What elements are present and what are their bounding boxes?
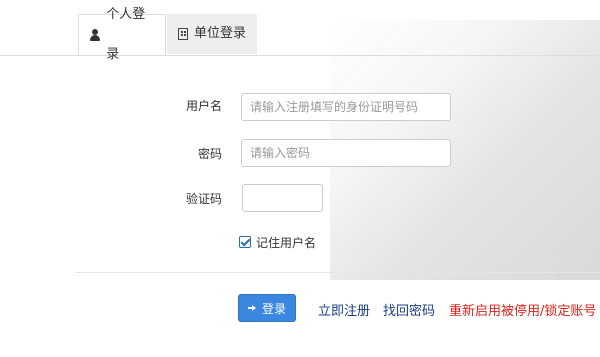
remember-username-checkbox[interactable] (239, 236, 251, 248)
username-input[interactable] (241, 93, 451, 121)
tab-personal-login[interactable]: 个人登录 (78, 7, 166, 62)
recover-password-link[interactable]: 找回密码 (383, 300, 435, 319)
password-label: 密码 (197, 147, 222, 161)
login-button-label: 登录 (261, 301, 286, 316)
tab-unit-login[interactable]: 单位登录 (167, 14, 257, 54)
divider (75, 272, 600, 273)
tab-personal-label: 个人登录 (106, 6, 146, 62)
username-label: 用户名 (185, 99, 222, 113)
remember-username-label: 记住用户名 (256, 236, 317, 250)
building-icon (178, 28, 188, 40)
captcha-input[interactable] (242, 184, 323, 212)
login-button[interactable]: 登录 (238, 294, 296, 322)
password-input[interactable] (241, 139, 451, 167)
user-icon (89, 28, 101, 41)
login-tabs: 个人登录 单位登录 (0, 7, 600, 62)
tab-unit-label: 单位登录 (194, 26, 247, 41)
reactivate-account-link[interactable]: 重新启用被停用/锁定账号 (449, 300, 596, 319)
captcha-label: 验证码 (185, 192, 222, 206)
sign-in-icon (247, 303, 258, 313)
register-link[interactable]: 立即注册 (318, 300, 370, 319)
